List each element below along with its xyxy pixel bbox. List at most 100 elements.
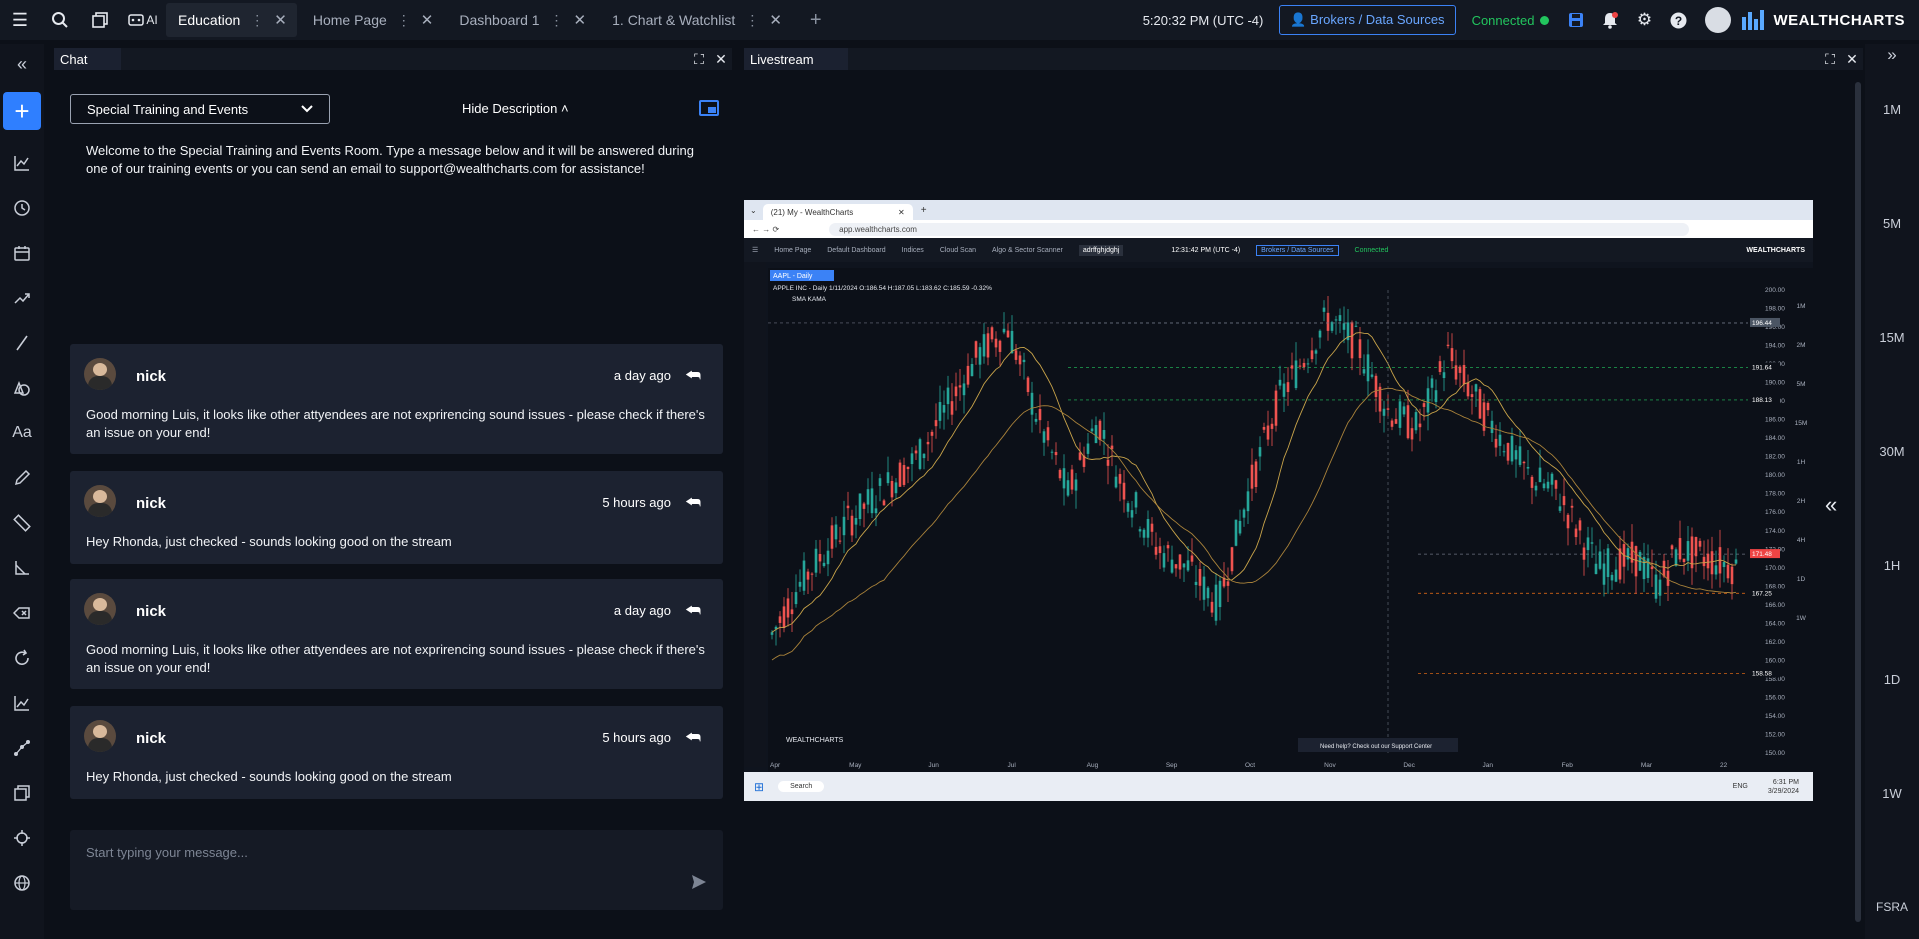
avatar: [84, 358, 116, 390]
candle-body: [1230, 547, 1234, 572]
search-icon[interactable]: [40, 0, 80, 40]
hamburger-menu-icon[interactable]: ☰: [0, 0, 40, 40]
timeframe-1h[interactable]: 1H: [1865, 558, 1919, 573]
picture-in-picture-icon[interactable]: [699, 100, 719, 116]
expand-right-panel-icon[interactable]: «: [1825, 492, 1837, 518]
month-label: Sep: [1166, 762, 1178, 769]
pencil-icon[interactable]: [0, 455, 44, 500]
tab-education[interactable]: Education ⋮ ✕: [166, 3, 297, 37]
room-select[interactable]: Special Training and Events: [70, 94, 330, 124]
user-avatar[interactable]: [1705, 7, 1732, 33]
timeframe-1d[interactable]: 1D: [1865, 672, 1919, 687]
close-icon[interactable]: ✕: [769, 11, 782, 29]
maximize-icon[interactable]: ⛶: [688, 48, 710, 70]
chart-icon[interactable]: [0, 140, 44, 185]
inner-tab: Home Page: [774, 246, 812, 254]
calendar-icon[interactable]: [0, 230, 44, 275]
candle-body: [1114, 476, 1118, 488]
candle-body: [1714, 565, 1718, 575]
tab-menu-icon[interactable]: ⋮: [250, 12, 264, 29]
candle-body: [1314, 350, 1318, 354]
layouts-icon[interactable]: [80, 0, 120, 40]
scrollbar[interactable]: [1855, 82, 1861, 922]
shapes-icon[interactable]: [0, 365, 44, 410]
candle-body: [1414, 412, 1418, 431]
candle-body: [790, 609, 794, 615]
tab-home-page[interactable]: Home Page ⋮ ✕: [301, 3, 444, 37]
tab-dashboard-1[interactable]: Dashboard 1 ⋮ ✕: [447, 3, 596, 37]
candle-body: [838, 540, 842, 542]
inner-watermark: WEALTHCHARTS: [786, 737, 844, 744]
candle-body: [1014, 350, 1018, 360]
candle-body: [1554, 480, 1558, 489]
refresh-icon[interactable]: [0, 635, 44, 680]
text-tool-icon[interactable]: Aa: [0, 410, 44, 455]
candle-body: [1582, 547, 1586, 560]
candle-body: [1462, 365, 1466, 385]
clock-icon[interactable]: [0, 185, 44, 230]
candle-body: [1306, 363, 1310, 365]
add-widget-button[interactable]: +: [3, 92, 41, 130]
timeframe-5m[interactable]: 5M: [1865, 216, 1919, 231]
collapse-left-icon[interactable]: «: [0, 44, 44, 84]
notifications-bell-icon[interactable]: [1593, 0, 1627, 40]
globe-icon[interactable]: [0, 860, 44, 905]
gear-icon[interactable]: ⚙: [1627, 0, 1661, 40]
help-icon[interactable]: ?: [1661, 0, 1695, 40]
tab-menu-icon[interactable]: ⋮: [745, 12, 759, 29]
message-input[interactable]: [70, 830, 690, 874]
hide-description-toggle[interactable]: Hide Description ˄: [462, 101, 569, 116]
trend-icon[interactable]: [0, 275, 44, 320]
price-tick-label: 150.00: [1765, 750, 1785, 757]
maximize-icon[interactable]: ⛶: [1819, 48, 1841, 70]
copy-icon[interactable]: [0, 770, 44, 815]
close-icon[interactable]: ✕: [710, 48, 732, 70]
close-icon[interactable]: ✕: [1841, 48, 1863, 70]
timeframe-1m[interactable]: 1M: [1865, 102, 1919, 117]
timeframe-1w[interactable]: 1W: [1865, 786, 1919, 801]
candle-body: [1370, 374, 1374, 377]
indicators-icon[interactable]: [0, 680, 44, 725]
collapse-right-icon[interactable]: »: [1865, 44, 1919, 66]
candle-body: [1270, 423, 1274, 429]
candle-body: [1166, 545, 1170, 549]
tab-chart-watchlist[interactable]: 1. Chart & Watchlist ⋮ ✕: [600, 3, 792, 37]
tab-menu-icon[interactable]: ⋮: [397, 12, 411, 29]
candle-body: [1350, 322, 1354, 359]
ruler-icon[interactable]: [0, 500, 44, 545]
candle-body: [1710, 551, 1714, 575]
candle-body: [798, 581, 802, 587]
livestream-video[interactable]: ⌄ (21) My - WealthCharts ✕ + ← → ⟳ app.w…: [744, 200, 1813, 801]
reply-icon[interactable]: ⮪: [685, 601, 701, 621]
candle-body: [1006, 330, 1010, 338]
save-icon[interactable]: [1559, 0, 1593, 40]
candle-body: [830, 525, 834, 549]
user-icon: 👤: [1290, 12, 1311, 27]
add-tab-button[interactable]: +: [796, 9, 836, 32]
candle-body: [1398, 401, 1402, 428]
line-tool-icon[interactable]: [0, 320, 44, 365]
tab-menu-icon[interactable]: ⋮: [550, 12, 564, 29]
path-tool-icon[interactable]: [0, 725, 44, 770]
close-icon[interactable]: ✕: [574, 11, 587, 29]
candle-body: [1070, 469, 1074, 490]
send-icon[interactable]: [691, 874, 707, 895]
close-icon[interactable]: ✕: [421, 11, 434, 29]
timeframe-30m[interactable]: 30M: [1865, 444, 1919, 459]
candle-body: [958, 385, 962, 388]
close-icon[interactable]: ✕: [274, 11, 287, 29]
ai-assistant-icon[interactable]: AI: [120, 0, 166, 40]
candle-body: [1146, 519, 1150, 538]
reply-icon[interactable]: ⮪: [685, 728, 701, 748]
reply-icon[interactable]: ⮪: [685, 493, 701, 513]
price-tick-label: 176.00: [1765, 509, 1785, 516]
eraser-icon[interactable]: [0, 590, 44, 635]
brokers-data-sources-button[interactable]: 👤 Brokers / Data Sources: [1279, 5, 1456, 35]
crosshair-icon[interactable]: [0, 815, 44, 860]
browser-tab-strip: ⌄ (21) My - WealthCharts ✕ +: [744, 200, 1813, 220]
reply-icon[interactable]: ⮪: [685, 366, 701, 386]
measure-icon[interactable]: [0, 545, 44, 590]
candle-body: [890, 480, 894, 498]
candle-body: [814, 548, 818, 573]
timeframe-15m[interactable]: 15M: [1865, 330, 1919, 345]
